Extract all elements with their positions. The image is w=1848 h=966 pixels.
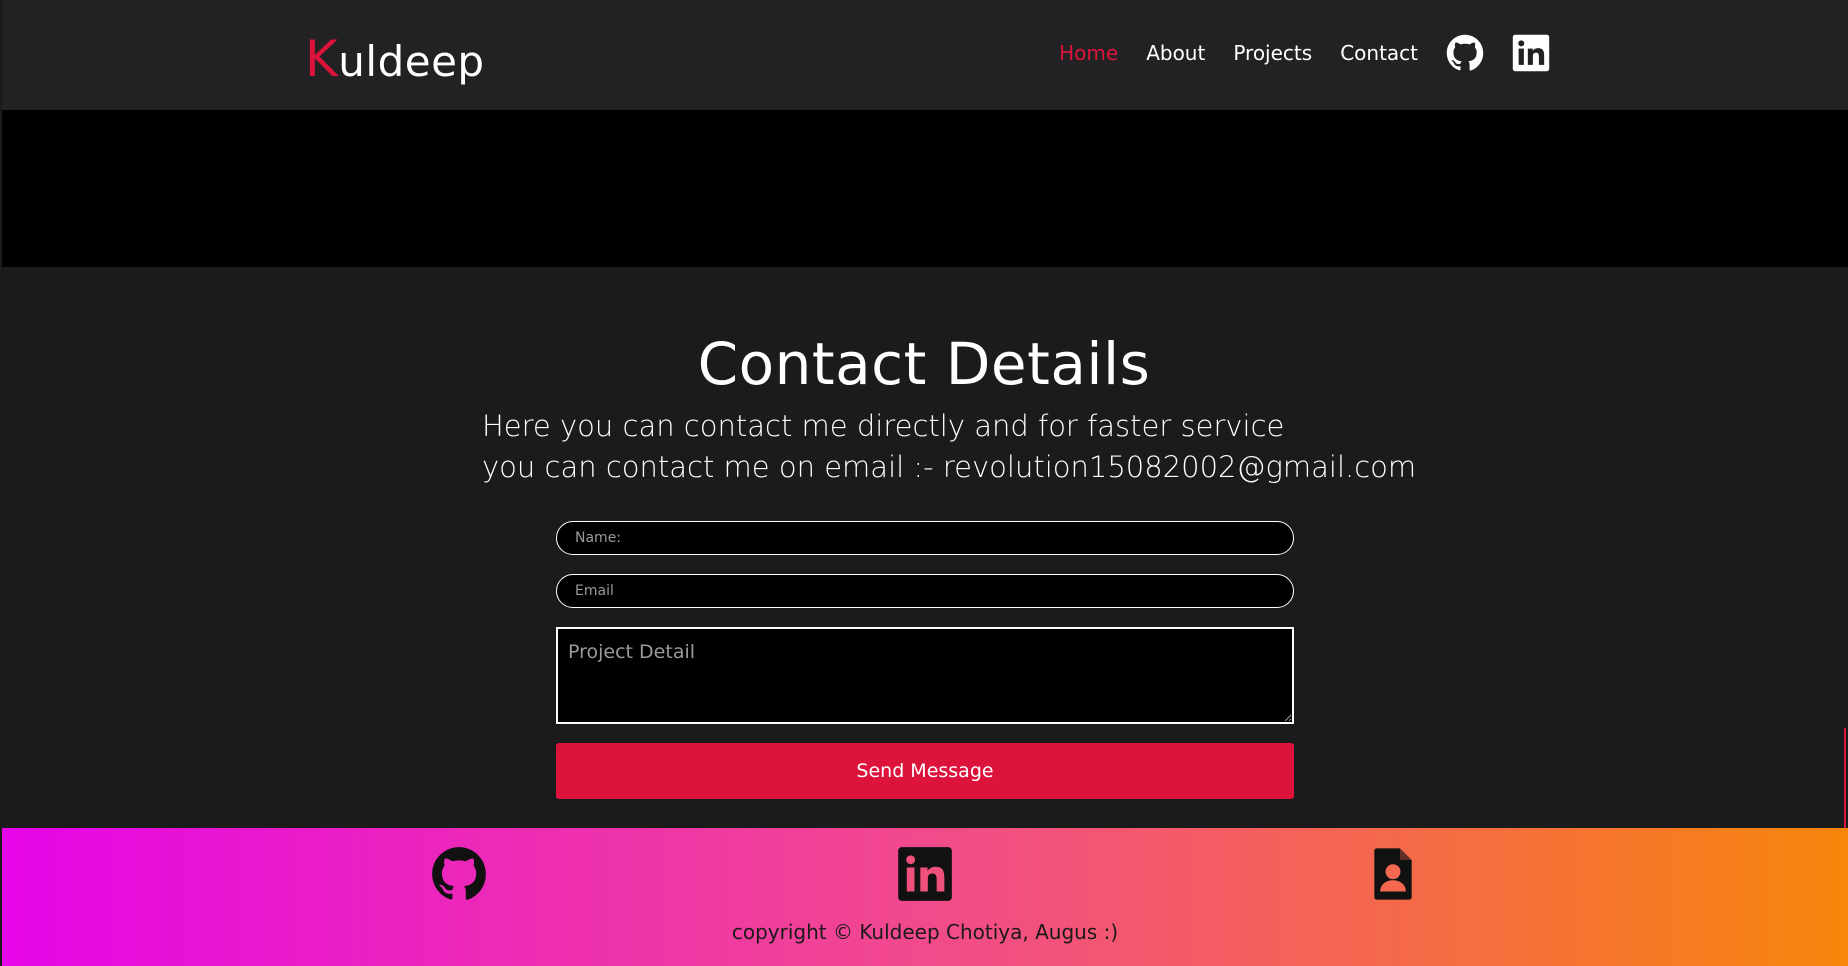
footer: copyright © Kuldeep Chotiya, Augus :): [2, 828, 1848, 966]
contact-description-line-2: you can contact me on email :- revolutio…: [482, 450, 1417, 484]
linkedin-icon[interactable]: [1512, 34, 1550, 72]
github-icon[interactable]: [1446, 34, 1484, 72]
github-icon[interactable]: [431, 846, 487, 902]
contact-description-line-1: Here you can contact me directly and for…: [482, 409, 1285, 443]
navbar: Kuldeep Home About Projects Contact: [2, 0, 1848, 110]
nav-link-home[interactable]: Home: [1059, 41, 1118, 65]
project-detail-textarea[interactable]: [556, 627, 1294, 724]
contact-section: Contact Details Here you can contact me …: [0, 267, 1848, 828]
send-message-button[interactable]: Send Message: [556, 743, 1294, 799]
nav-link-contact[interactable]: Contact: [1340, 41, 1418, 65]
contact-title: Contact Details: [697, 330, 1151, 398]
nav-link-projects[interactable]: Projects: [1233, 41, 1312, 65]
linkedin-icon[interactable]: [897, 846, 953, 902]
scroll-indicator: [1844, 728, 1846, 828]
nav-links: Home About Projects Contact: [1031, 34, 1550, 72]
logo-initial: K: [305, 30, 339, 88]
logo-text: uldeep: [338, 37, 485, 86]
copyright-text: copyright © Kuldeep Chotiya, Augus :): [731, 920, 1119, 944]
nav-link-about[interactable]: About: [1146, 41, 1205, 65]
email-input[interactable]: [556, 574, 1294, 608]
resume-icon[interactable]: [1365, 846, 1421, 902]
name-input[interactable]: [556, 521, 1294, 555]
logo[interactable]: Kuldeep: [305, 30, 485, 88]
hero-banner: [2, 110, 1848, 267]
